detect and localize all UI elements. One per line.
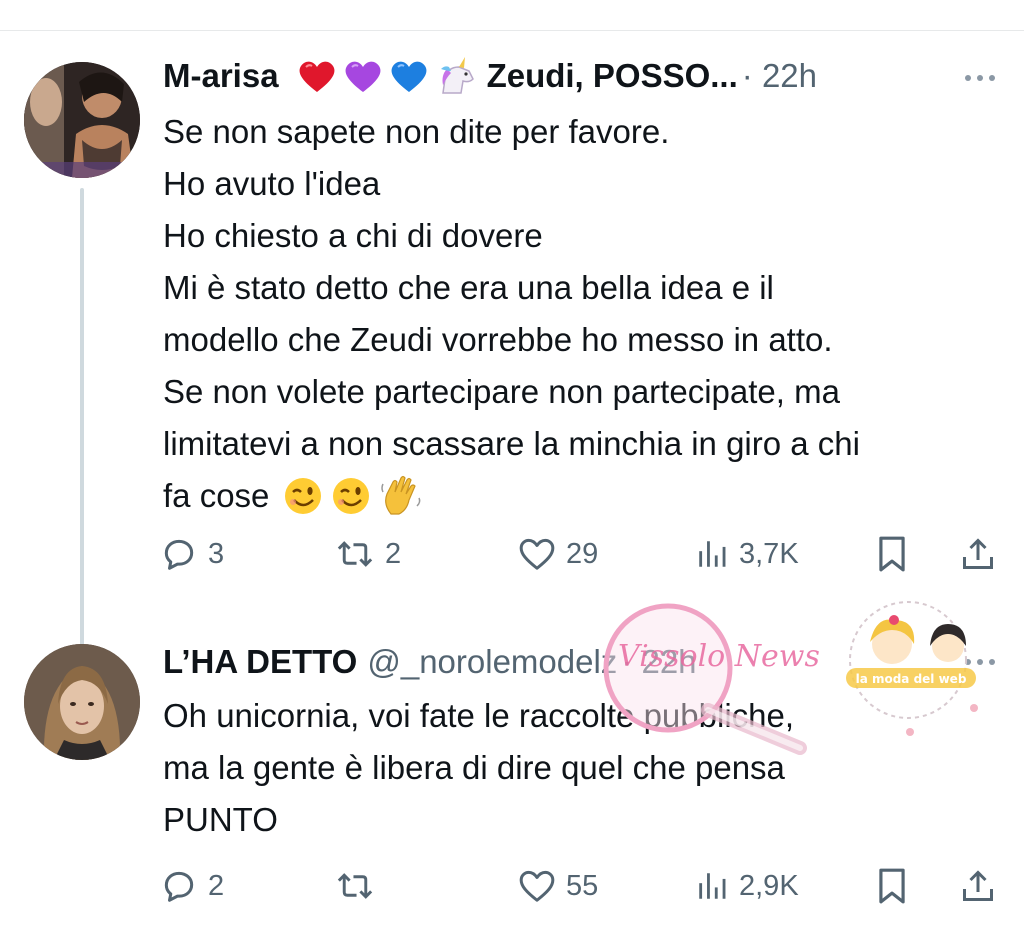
heart-blue-emoji-icon xyxy=(391,61,427,92)
reply-count: 3 xyxy=(208,537,225,570)
views-count: 2,9K xyxy=(739,869,799,902)
top-divider xyxy=(0,30,1024,31)
more-options-button[interactable] xyxy=(958,652,1002,672)
dot-icon xyxy=(965,659,971,665)
unicorn-emoji-icon xyxy=(440,57,474,94)
retweet-count: 2 xyxy=(385,537,402,570)
heart-red-emoji-icon xyxy=(299,61,335,92)
thread-connector xyxy=(80,188,84,680)
display-name-emojis xyxy=(297,57,477,95)
tweet-actions: 3 2 29 3,7K xyxy=(160,532,1000,576)
tweet-text-line: Oh unicornia, voi fate le raccolte pubbl… xyxy=(163,697,795,734)
tweet-text-line: modello che Zeudi vorrebbe ho messo in a… xyxy=(163,321,833,358)
display-name[interactable]: L’HA DETTO xyxy=(163,643,357,681)
avatar[interactable] xyxy=(24,62,140,178)
tweet-text-line: Se non sapete non dite per favore. xyxy=(163,113,670,150)
winking-face-emoji-icon xyxy=(333,478,370,514)
share-icon xyxy=(963,538,993,569)
bookmark-button[interactable] xyxy=(875,532,909,576)
dot-icon xyxy=(965,75,971,81)
tweet-text: Oh unicornia, voi fate le raccolte pubbl… xyxy=(163,690,1003,846)
winking-face-emoji-icon xyxy=(285,478,322,514)
tweet[interactable]: L’HA DETTO @_norolemodelz · 22h Oh unico… xyxy=(0,638,1024,932)
avatar[interactable] xyxy=(24,644,140,760)
retweet-icon xyxy=(337,541,373,567)
display-name[interactable]: M-arisa xyxy=(163,57,279,95)
analytics-icon xyxy=(699,541,726,567)
reply-button[interactable]: 3 xyxy=(160,532,224,576)
tweet-text-line: PUNTO xyxy=(163,801,278,838)
tweet-text-line: limitatevi a non scassare la minchia in … xyxy=(163,425,860,462)
tweet-text-line: fa cose xyxy=(163,477,270,514)
more-options-button[interactable] xyxy=(958,68,1002,88)
heart-purple-emoji-icon xyxy=(345,61,381,92)
tweet-text-line: ma la gente è libera di dire quel che pe… xyxy=(163,749,785,786)
like-count: 29 xyxy=(566,537,599,570)
tweet-text-last-line: fa cose xyxy=(163,470,1003,522)
bookmark-button[interactable] xyxy=(875,864,909,908)
tweet-text-line: Mi è stato detto che era una bella idea … xyxy=(163,269,774,306)
retweet-icon xyxy=(337,873,373,899)
bookmark-icon xyxy=(879,536,905,572)
heart-icon xyxy=(519,870,555,902)
tweet-header: M-arisa Zeudi, POSSO... · 22h xyxy=(163,54,817,98)
like-button[interactable]: 29 xyxy=(518,532,598,576)
views-button[interactable]: 2,9K xyxy=(695,864,799,908)
like-button[interactable]: 55 xyxy=(518,864,598,908)
dot-icon xyxy=(989,75,995,81)
heart-icon xyxy=(519,538,555,570)
waving-hand-emoji-icon xyxy=(381,475,421,515)
share-icon xyxy=(963,870,993,901)
share-button[interactable] xyxy=(960,864,996,908)
timestamp[interactable]: · 22h xyxy=(742,57,817,95)
tweet-actions: 2 55 2,9K xyxy=(160,864,1000,908)
share-button[interactable] xyxy=(960,532,996,576)
like-count: 55 xyxy=(566,869,599,902)
views-button[interactable]: 3,7K xyxy=(695,532,799,576)
reply-icon xyxy=(164,539,194,570)
bookmark-icon xyxy=(879,868,905,904)
timestamp[interactable]: · 22h xyxy=(621,643,696,681)
dot-icon xyxy=(977,75,983,81)
dot-icon xyxy=(977,659,983,665)
tweet-text-line: Ho avuto l'idea xyxy=(163,165,381,202)
tweet[interactable]: M-arisa Zeudi, POSSO... · 22h Se non sap… xyxy=(0,48,1024,680)
tweet-text-line: Ho chiesto a chi di dovere xyxy=(163,217,543,254)
tweet-header: L’HA DETTO @_norolemodelz · 22h xyxy=(163,640,697,684)
reply-icon xyxy=(164,871,194,902)
retweet-button[interactable] xyxy=(335,864,385,908)
analytics-icon xyxy=(699,873,726,899)
user-handle[interactable]: @_norolemodelz xyxy=(367,643,617,681)
tweet-text-line: Se non volete partecipare non partecipat… xyxy=(163,373,840,410)
tweet-text: Se non sapete non dite per favore. Ho av… xyxy=(163,106,1003,522)
views-count: 3,7K xyxy=(739,537,799,570)
display-name-suffix: Zeudi, POSSO... xyxy=(486,57,738,94)
reply-button[interactable]: 2 xyxy=(160,864,224,908)
dot-icon xyxy=(989,659,995,665)
retweet-button[interactable]: 2 xyxy=(335,532,401,576)
reply-count: 2 xyxy=(208,869,225,902)
